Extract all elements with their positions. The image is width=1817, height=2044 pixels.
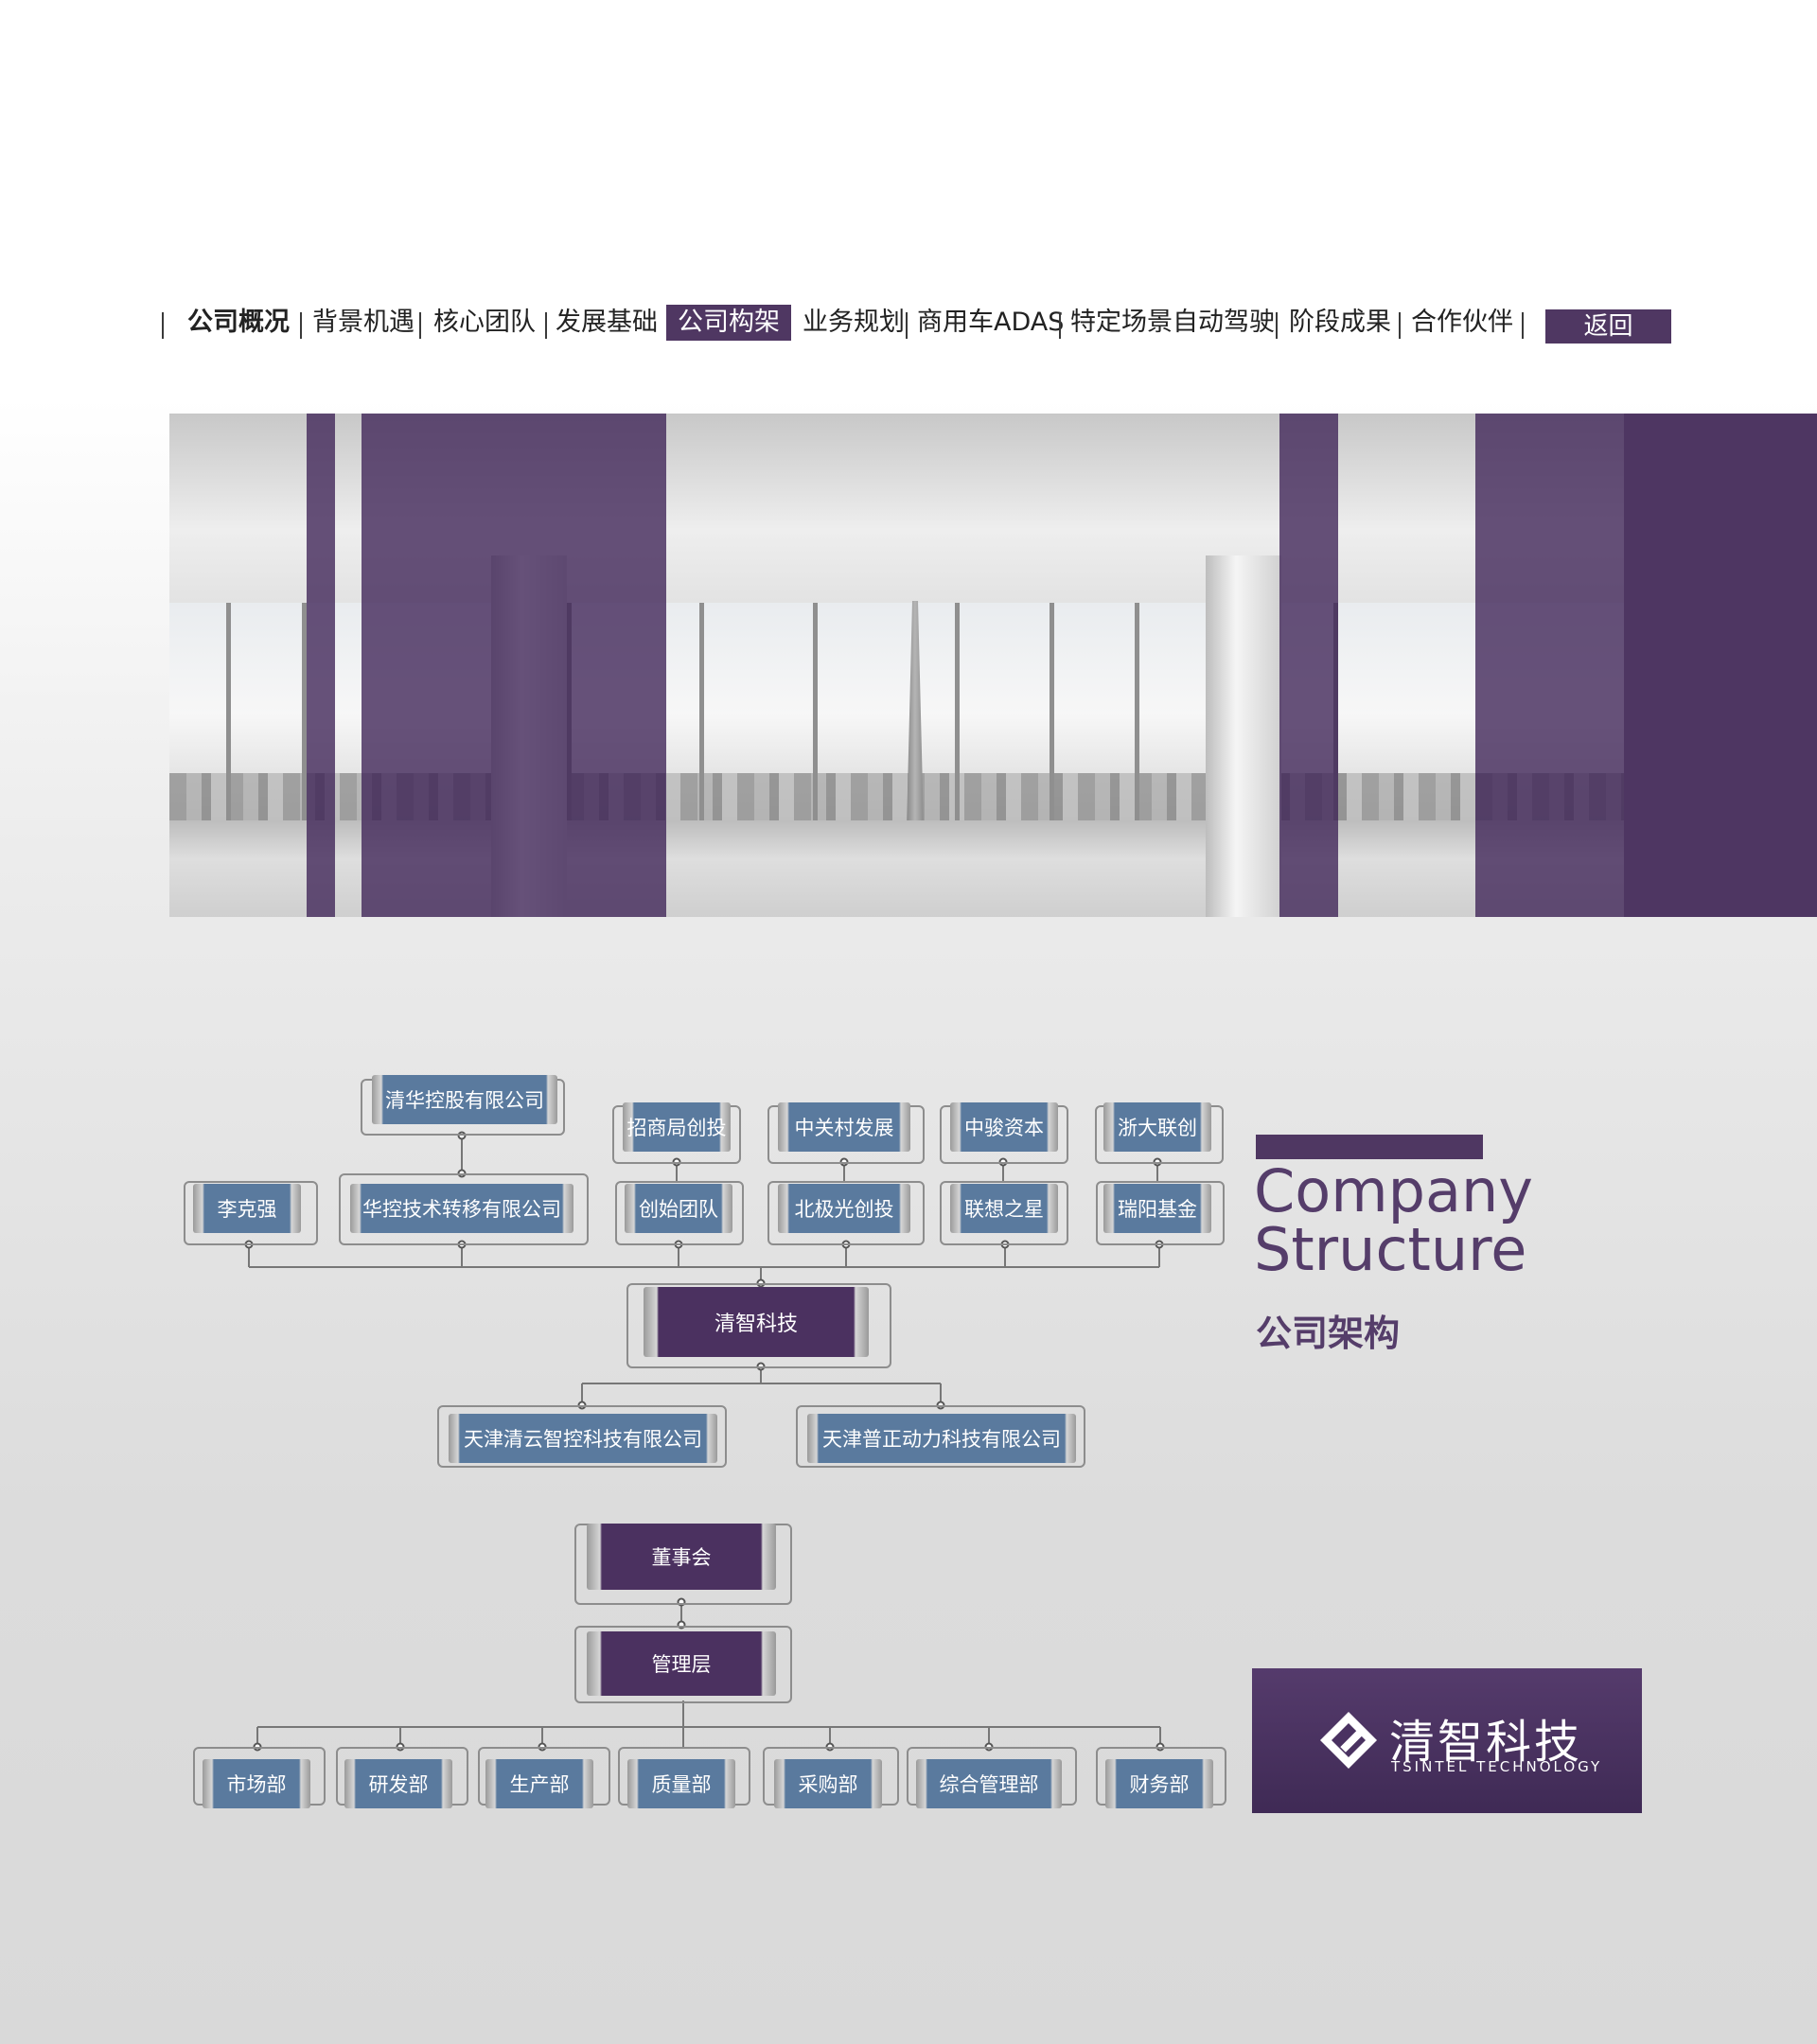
node-cmb-venture: 招商局创投 [623,1102,731,1152]
node-legend-star: 联想之星 [950,1184,1058,1233]
node-label: 中关村发展 [794,1117,894,1139]
node-company: 清智科技 [644,1287,869,1357]
page-title-en: Company Structure [1254,1162,1533,1279]
node-dept-production: 生产部 [485,1759,593,1808]
node-label: 招商局创投 [626,1117,727,1139]
node-label: 瑞阳基金 [1118,1198,1197,1221]
title-line-2: Structure [1254,1215,1527,1284]
node-dept-marketing: 市场部 [203,1759,310,1808]
node-tsinghua-holdings: 清华控股有限公司 [372,1075,557,1124]
node-label: 创始团队 [639,1198,718,1221]
node-dept-quality: 质量部 [627,1759,735,1808]
node-board: 董事会 [587,1524,776,1590]
node-subsidiary-puzheng: 天津普正动力科技有限公司 [807,1414,1076,1463]
node-label: 华控技术转移有限公司 [362,1198,561,1221]
node-label: 采购部 [798,1773,858,1796]
node-label: 清华控股有限公司 [385,1089,544,1112]
node-zhongjun-capital: 中骏资本 [950,1102,1058,1152]
node-label: 浙大联创 [1118,1117,1197,1139]
node-label: 中骏资本 [964,1117,1044,1139]
node-dept-admin: 综合管理部 [916,1759,1062,1808]
brand-logo-subtext: TSINTEL TECHNOLOGY [1391,1758,1603,1775]
node-label: 清智科技 [714,1313,798,1336]
node-northern-light: 北极光创投 [778,1184,910,1233]
node-dept-finance: 财务部 [1105,1759,1213,1808]
node-label: 研发部 [368,1773,429,1796]
page-title-cn: 公司架构 [1256,1313,1401,1354]
node-label: 市场部 [226,1773,287,1796]
node-huakong-transfer: 华控技术转移有限公司 [350,1184,573,1233]
node-label: 董事会 [651,1546,712,1569]
node-label: 天津清云智控科技有限公司 [464,1428,702,1451]
node-li-keqiang: 李克强 [193,1184,301,1233]
node-founding-team: 创始团队 [625,1184,732,1233]
node-label: 北极光创投 [794,1198,894,1221]
node-zheda-lianchuang: 浙大联创 [1103,1102,1211,1152]
node-subsidiary-qingyun: 天津清云智控科技有限公司 [449,1414,717,1463]
node-management: 管理层 [587,1631,776,1696]
node-ruiyang-fund: 瑞阳基金 [1103,1184,1211,1233]
node-label: 质量部 [651,1773,712,1796]
node-label: 财务部 [1129,1773,1190,1796]
node-label: 天津普正动力科技有限公司 [822,1428,1061,1451]
node-label: 生产部 [509,1773,570,1796]
brand-logo-card: 清智科技 TSINTEL TECHNOLOGY [1252,1668,1642,1813]
node-label: 联想之星 [964,1198,1044,1221]
node-label: 管理层 [651,1653,712,1676]
brand-diamond-icon [1320,1712,1377,1769]
node-dept-procurement: 采购部 [774,1759,882,1808]
title-line-1: Company [1254,1156,1533,1225]
node-label: 李克强 [217,1198,277,1221]
node-zgc-development: 中关村发展 [778,1102,910,1152]
node-dept-rnd: 研发部 [344,1759,452,1808]
node-label: 综合管理部 [939,1773,1039,1796]
